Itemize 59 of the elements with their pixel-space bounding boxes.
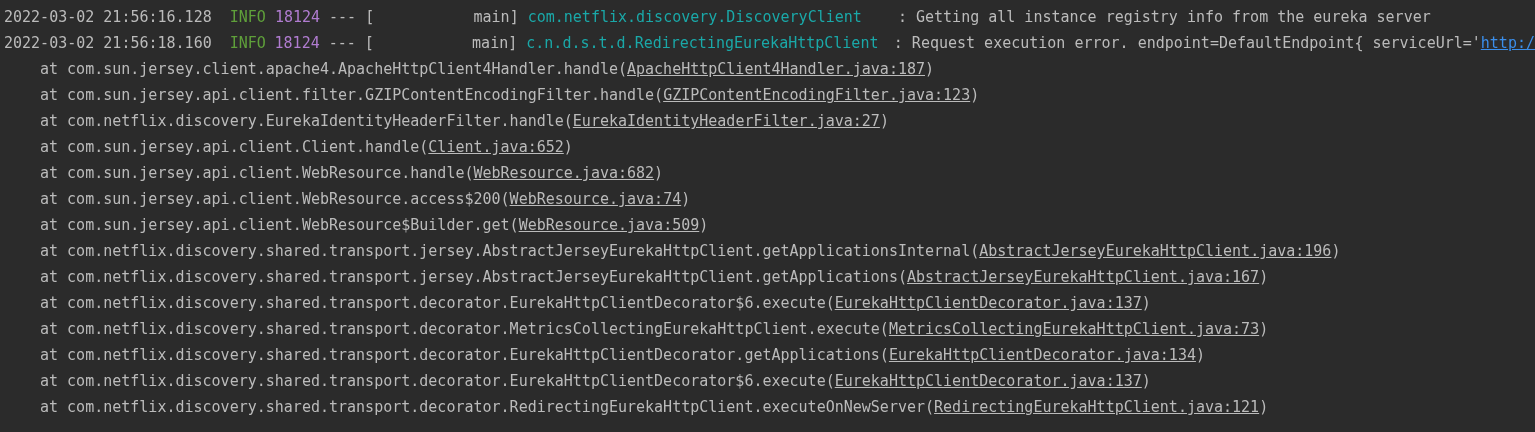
source-link[interactable]: ApacheHttpClient4Handler.java:187: [627, 56, 925, 82]
source-link[interactable]: WebResource.java:682: [473, 160, 655, 186]
closing-paren: ): [1195, 345, 1205, 366]
closing-paren: ): [1259, 397, 1269, 418]
thread-name: main]: [472, 7, 519, 28]
stack-frame-call: at com.sun.jersey.client.apache4.ApacheHttpClient4Handler.handle(: [40, 59, 627, 80]
source-link[interactable]: AbstractJerseyEurekaHttpClient.java:196: [979, 238, 1332, 264]
log-timestamp: 2022-03-02 21:56:18.160: [4, 33, 212, 54]
stack-frame-call: at com.netflix.discovery.EurekaIdentityHeaderFilter.handle(: [40, 111, 573, 132]
stack-frame-call: at com.sun.jersey.api.client.WebResource.access$200(: [40, 189, 510, 210]
closing-paren: ): [1259, 319, 1269, 340]
source-link[interactable]: WebResource.java:509: [518, 212, 700, 238]
closing-paren: ): [879, 111, 889, 132]
source-link[interactable]: EurekaHttpClientDecorator.java:134: [888, 342, 1196, 368]
source-link[interactable]: WebResource.java:74: [509, 186, 682, 212]
log-timestamp: 2022-03-02 21:56:16.128: [4, 7, 212, 28]
stack-frame-call: at com.sun.jersey.api.client.WebResource$Builder.get(: [40, 215, 519, 236]
closing-paren: ): [699, 215, 709, 236]
process-id: 18124: [274, 7, 321, 28]
log-level: INFO: [229, 33, 267, 54]
stack-frame-call: at com.sun.jersey.api.client.filter.GZIPContentEncodingFilter.handle(: [40, 85, 664, 106]
log-separator: ---: [328, 33, 356, 54]
logger-name: com.netflix.discovery.DiscoveryClient: [527, 7, 863, 28]
source-link[interactable]: EurekaIdentityHeaderFilter.java:27: [572, 108, 880, 134]
closing-paren: ): [925, 59, 935, 80]
source-link[interactable]: EurekaHttpClientDecorator.java:137: [834, 368, 1142, 394]
log-separator: ---: [329, 7, 357, 28]
stack-frame-call: at com.netflix.discovery.shared.transport.decorator.EurekaHttpClientDecorator.getApplications(: [40, 345, 889, 366]
stack-frame-call: at com.netflix.discovery.shared.transport.decorator.MetricsCollectingEurekaHttpClient.execute(: [40, 319, 889, 340]
source-link[interactable]: RedirectingEurekaHttpClient.java:121: [934, 394, 1260, 420]
thread-bracket: [: [364, 33, 374, 54]
stack-frame-call: at com.netflix.discovery.shared.transport.decorator.RedirectingEurekaHttpClient.executeOnNewServer(: [40, 397, 935, 418]
url-link[interactable]: http:/: [1480, 30, 1535, 56]
thread-bracket: [: [365, 7, 375, 28]
stack-frame-call: at com.sun.jersey.api.client.WebResource.handle(: [40, 163, 474, 184]
stack-frame-call: at com.netflix.discovery.shared.transport.decorator.EurekaHttpClientDecorator$6.execute(: [40, 293, 835, 314]
log-message: : Request execution error. endpoint=DefaultEndpoint{ serviceUrl=': [893, 33, 1481, 54]
closing-paren: ): [654, 163, 664, 184]
source-link[interactable]: MetricsCollectingEurekaHttpClient.java:73: [888, 316, 1260, 342]
thread-name: main]: [471, 33, 518, 54]
closing-paren: ): [1141, 371, 1151, 392]
source-link[interactable]: Client.java:652: [428, 134, 564, 160]
source-link[interactable]: GZIPContentEncodingFilter.java:123: [663, 82, 971, 108]
process-id: 18124: [274, 33, 320, 54]
closing-paren: ): [1331, 241, 1341, 262]
stack-frame-call: at com.netflix.discovery.shared.transport.decorator.EurekaHttpClientDecorator$6.execute(: [40, 371, 835, 392]
logger-name: c.n.d.s.t.d.RedirectingEurekaHttpClient: [526, 33, 880, 54]
stack-frame-call: at com.sun.jersey.api.client.Client.handle(: [40, 137, 429, 158]
source-link[interactable]: EurekaHttpClientDecorator.java:137: [834, 290, 1142, 316]
closing-paren: ): [970, 85, 980, 106]
source-link[interactable]: AbstractJerseyEurekaHttpClient.java:167: [906, 264, 1260, 290]
closing-paren: ): [1141, 293, 1151, 314]
stack-frame-call: at com.netflix.discovery.shared.transport.jersey.AbstractJerseyEurekaHttpClient.getApplications(: [40, 267, 907, 288]
stack-frame-call: at com.netflix.discovery.shared.transport.jersey.AbstractJerseyEurekaHttpClient.getApplicationsInternal(: [40, 241, 980, 262]
closing-paren: ): [1259, 267, 1269, 288]
closing-paren: ): [563, 137, 573, 158]
log-message: : Getting all instance registry info from the eureka server: [897, 7, 1431, 28]
log-level: INFO: [229, 7, 267, 28]
closing-paren: ): [681, 189, 691, 210]
